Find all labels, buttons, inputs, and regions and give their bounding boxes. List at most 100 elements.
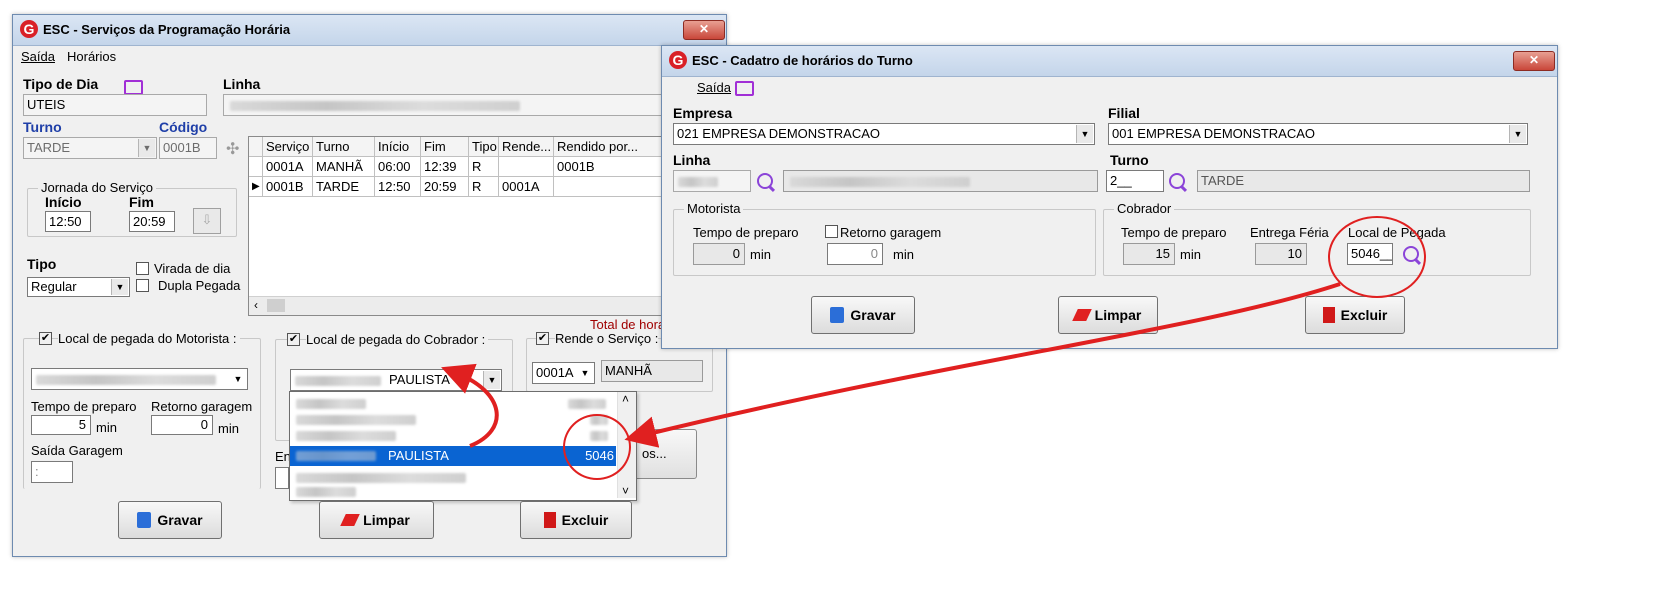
arrow-down-button[interactable]: ⇩ <box>193 208 221 234</box>
entrega-feria-label: Entrega Féria <box>1250 225 1329 240</box>
list-item[interactable] <box>290 482 616 502</box>
dupla-checkbox[interactable] <box>136 279 149 292</box>
grid-col-fim[interactable]: Fim <box>421 137 469 157</box>
selected-item-name: PAULISTA <box>388 448 449 463</box>
codigo-field[interactable]: 0001B <box>159 137 217 159</box>
grid-col-servico[interactable]: Serviço <box>263 137 313 157</box>
grid-col-rende[interactable]: Rende... <box>499 137 554 157</box>
gravar-button[interactable]: Gravar <box>118 501 222 539</box>
app-logo-icon: G <box>20 20 38 38</box>
scroll-thumb[interactable] <box>267 299 285 312</box>
gravar-label: Gravar <box>850 307 896 323</box>
turno-combo[interactable]: TARDE ▼ <box>23 137 157 159</box>
table-cell[interactable] <box>499 157 554 177</box>
turno-label: Turno <box>23 119 62 135</box>
grid-row-indicator <box>249 157 263 177</box>
min-label: min <box>750 247 771 262</box>
table-cell[interactable]: 12:50 <box>375 177 421 197</box>
linha-code-field[interactable] <box>673 170 751 192</box>
excluir-button[interactable]: Excluir <box>1305 296 1405 334</box>
cobrador-local-checkbox[interactable]: ✔ <box>287 333 300 346</box>
close-button[interactable]: ✕ <box>1513 51 1555 71</box>
table-cell[interactable]: 0001B <box>554 157 667 177</box>
linha-field[interactable] <box>223 94 726 116</box>
menu-bar: Saída Horários <box>13 46 726 95</box>
chevron-left-icon[interactable]: ‹ <box>254 298 258 312</box>
grid-col-rendido[interactable]: Rendido por... <box>554 137 667 157</box>
cobrador-local-combo[interactable]: PAULISTA ▼ <box>290 369 502 391</box>
rende-checkbox[interactable]: ✔ <box>536 332 549 345</box>
current-row-arrow-icon: ▶ <box>249 177 263 197</box>
table-cell[interactable]: TARDE <box>313 177 375 197</box>
total-horas-label: Total de hora <box>590 317 666 332</box>
table-cell[interactable]: R <box>469 177 499 197</box>
table-cell[interactable]: 20:59 <box>421 177 469 197</box>
window-title: ESC - Serviços da Programação Horária <box>43 22 291 37</box>
table-cell[interactable]: 0001A <box>499 177 554 197</box>
rende-code-combo[interactable]: 0001A ▼ <box>532 362 595 384</box>
eraser-icon <box>340 514 360 526</box>
grid-row-header <box>249 137 263 157</box>
cobrador-tempo-field[interactable]: 15 <box>1123 243 1175 265</box>
motorista-retorno-field[interactable]: 0 <box>827 243 883 265</box>
eraser-icon <box>1071 309 1092 321</box>
table-cell[interactable]: 0001A <box>263 157 313 177</box>
entrega-feria-field[interactable]: 10 <box>1255 243 1307 265</box>
save-icon <box>137 512 152 528</box>
limpar-button[interactable]: Limpar <box>1058 296 1158 334</box>
search-icon[interactable] <box>1169 173 1185 189</box>
limpar-button[interactable]: Limpar <box>319 501 434 539</box>
tipo-label: Tipo <box>27 256 57 272</box>
motorista-local-label: Local de pegada do Motorista : <box>58 331 240 346</box>
menu-saida[interactable]: Saída <box>697 80 731 95</box>
add-icon[interactable]: ✣ <box>226 139 239 159</box>
table-cell[interactable]: 0001B <box>263 177 313 197</box>
virada-checkbox[interactable] <box>136 262 149 275</box>
table-cell[interactable]: MANHÃ <box>313 157 375 177</box>
retorno-garagem-checkbox[interactable] <box>825 225 838 238</box>
chevron-down-icon[interactable]: ˅ <box>622 484 629 498</box>
linha-desc-field <box>783 170 1098 192</box>
search-icon[interactable] <box>757 173 773 189</box>
highlight-circle-code <box>563 414 631 480</box>
excluir-button[interactable]: Excluir <box>520 501 632 539</box>
table-cell[interactable]: 12:39 <box>421 157 469 177</box>
grid-col-tipo[interactable]: Tipo <box>469 137 499 157</box>
menu-horarios[interactable]: Horários <box>67 49 116 64</box>
grid-col-turno[interactable]: Turno <box>313 137 375 157</box>
motorista-tempo-field[interactable]: 0 <box>693 243 745 265</box>
chevron-up-icon[interactable]: ˄ <box>622 392 629 406</box>
gravar-button[interactable]: Gravar <box>811 296 915 334</box>
linha-label: Linha <box>223 76 261 92</box>
title-bar: G ESC - Cadatro de horários do Turno ✕ <box>662 46 1557 77</box>
grid-col-inicio[interactable]: Início <box>375 137 421 157</box>
motorista-retorno-label: Retorno garagem <box>840 225 942 240</box>
codigo-label: Código <box>159 119 208 135</box>
chevron-down-icon: ▼ <box>138 139 155 157</box>
retorno-garagem-field[interactable]: 0 <box>151 415 213 435</box>
motorista-local-checkbox[interactable]: ✔ <box>39 332 52 345</box>
inicio-field[interactable]: 12:50 <box>45 211 91 232</box>
tipo-combo[interactable]: Regular ▼ <box>27 277 130 297</box>
turno-label: Turno <box>1110 152 1149 168</box>
chevron-down-icon: ▼ <box>1509 125 1526 143</box>
table-cell[interactable]: R <box>469 157 499 177</box>
filial-label: Filial <box>1108 105 1140 121</box>
filial-combo[interactable]: 001 EMPRESA DEMONSTRACAO ▼ <box>1108 123 1528 145</box>
save-icon <box>830 307 845 323</box>
close-button[interactable]: ✕ <box>683 20 725 40</box>
horizontal-scrollbar[interactable]: ‹ <box>249 296 667 315</box>
saida-garagem-field[interactable]: : <box>31 461 73 483</box>
empresa-combo[interactable]: 021 EMPRESA DEMONSTRACAO ▼ <box>673 123 1095 145</box>
turno-code-field[interactable]: 2__ <box>1106 170 1164 192</box>
en-field[interactable] <box>275 467 289 489</box>
tempo-preparo-field[interactable]: 5 <box>31 415 91 435</box>
tipo-de-dia-field[interactable]: UTEIS <box>23 94 207 116</box>
table-cell[interactable]: 06:00 <box>375 157 421 177</box>
table-cell[interactable] <box>554 177 667 197</box>
monitor-icon[interactable] <box>735 81 754 96</box>
fim-field[interactable]: 20:59 <box>129 211 175 232</box>
motorista-local-combo[interactable]: ▼ <box>31 368 248 390</box>
monitor-icon[interactable] <box>124 80 143 95</box>
menu-saida[interactable]: Saída <box>21 49 55 64</box>
